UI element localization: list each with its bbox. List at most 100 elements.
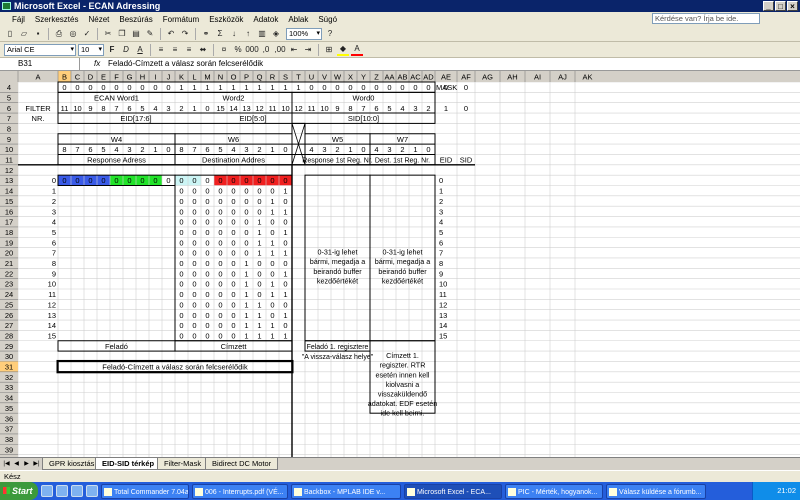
bit-number: 3 — [322, 145, 326, 154]
sheet-tab-eid-sid[interactable]: EID-SID térkép — [95, 458, 162, 470]
new-icon[interactable]: ▯ — [4, 28, 16, 40]
align-right-icon[interactable]: ≡ — [183, 44, 195, 56]
prev-sheet-icon[interactable]: ◀ — [12, 460, 21, 469]
sheet-tab-dc-motor[interactable]: Bidirect DC Motor — [205, 458, 279, 470]
menu-insert[interactable]: Beszúrás — [119, 15, 152, 24]
column-header-e: E — [101, 73, 106, 82]
menu-help[interactable]: Súgó — [318, 15, 337, 24]
menu-format[interactable]: Formátum — [163, 15, 199, 24]
increase-indent-icon[interactable]: ⇥ — [302, 44, 314, 56]
bit-value: 0 — [205, 176, 209, 185]
preview-icon[interactable]: ◎ — [67, 28, 79, 40]
redo-icon[interactable]: ↷ — [179, 28, 191, 40]
eid-value: 6 — [439, 238, 443, 247]
mask-value: 0 — [101, 83, 105, 92]
save-icon[interactable]: ▪ — [32, 28, 44, 40]
menu-window[interactable]: Ablak — [288, 15, 308, 24]
copy-icon[interactable]: ❐ — [116, 28, 128, 40]
font-select[interactable]: Arial CE — [4, 43, 76, 56]
help-icon[interactable]: ? — [324, 28, 336, 40]
index-value: 2 — [52, 197, 56, 206]
thousands-icon[interactable]: 000 — [245, 44, 258, 56]
open-icon[interactable]: ▱ — [18, 28, 30, 40]
menu-edit[interactable]: Szerkesztés — [35, 15, 79, 24]
menu-file[interactable]: Fájl — [12, 15, 25, 24]
spreadsheet-canvas[interactable]: A B C D E F G H I J K L M N O P Q R S T U V W X Y Z AA AB AC AD AE AF AG… — [0, 71, 800, 457]
format-painter-icon[interactable]: ✎ — [144, 28, 156, 40]
bit-value: 0 — [192, 300, 196, 309]
bit-number: 6 — [88, 145, 92, 154]
zoom-select[interactable]: 100% — [286, 27, 322, 40]
bit-value: 0 — [270, 176, 274, 185]
align-center-icon[interactable]: ≡ — [169, 44, 181, 56]
task-total-commander[interactable]: Total Commander 7.04a... — [101, 483, 189, 499]
increase-decimal-icon[interactable]: ,0 — [260, 44, 272, 56]
task-mplab[interactable]: Backbox - MPLAB IDE v... — [291, 483, 401, 499]
fill-color-icon[interactable]: ◆ — [337, 44, 349, 56]
quicklaunch-desktop-icon[interactable] — [56, 485, 68, 497]
autosum-icon[interactable]: Σ — [214, 28, 226, 40]
chart-icon[interactable]: ▥ — [256, 28, 268, 40]
start-button[interactable]: Start — [0, 482, 38, 500]
font-color-icon[interactable]: A — [351, 44, 363, 56]
help-search-input[interactable]: Kérdése van? Írja be ide. — [652, 13, 760, 24]
sheet-tab-filter-mask[interactable]: Filter-Mask — [157, 458, 209, 470]
task-reply[interactable]: Válasz küldése a fórumb... — [606, 483, 706, 499]
task-excel[interactable]: Microsoft Excel - ECA... — [404, 483, 502, 499]
eid-value: 7 — [439, 249, 443, 258]
cut-icon[interactable]: ✂ — [102, 28, 114, 40]
formula-input[interactable]: Feladó-Címzett a válasz során felcserélő… — [108, 58, 263, 70]
next-sheet-icon[interactable]: ▶ — [22, 460, 31, 469]
worksheet-grid[interactable]: A B C D E F G H I J K L M N O P Q R S T U V W X Y Z AA AB AC AD AE AF AG… — [0, 71, 800, 457]
bit-value: 0 — [179, 331, 183, 340]
column-header-s: S — [283, 73, 288, 82]
column-header-aj: AJ — [558, 73, 567, 82]
font-size-select[interactable]: 10 — [78, 43, 104, 56]
maximize-icon[interactable]: □ — [775, 1, 786, 11]
first-sheet-icon[interactable]: |◀ — [2, 460, 11, 469]
menu-tools[interactable]: Eszközök — [209, 15, 243, 24]
spelling-icon[interactable]: ✓ — [81, 28, 93, 40]
bit-value: 0 — [283, 280, 287, 289]
row-header-13: 13 — [5, 176, 13, 185]
bit-number: 11 — [61, 104, 69, 113]
minimize-icon[interactable]: _ — [763, 1, 774, 11]
underline-icon[interactable]: A — [134, 44, 146, 56]
sheet-tab-gpr[interactable]: GPR kiosztás — [42, 458, 102, 470]
borders-icon[interactable]: ⊞ — [323, 44, 335, 56]
decrease-indent-icon[interactable]: ⇤ — [288, 44, 300, 56]
paste-icon[interactable]: ▤ — [130, 28, 142, 40]
mask-value: 1 — [218, 83, 222, 92]
align-left-icon[interactable]: ≡ — [155, 44, 167, 56]
quicklaunch-folder-icon[interactable] — [71, 485, 83, 497]
bit-value: 0 — [257, 290, 261, 299]
menu-view[interactable]: Nézet — [88, 15, 109, 24]
sort-desc-icon[interactable]: ↑ — [242, 28, 254, 40]
task-pdf[interactable]: 006 - Interrupts.pdf (VÉ... — [192, 483, 288, 499]
task-pic-forum[interactable]: PIC - Mérték, hogyanok... — [505, 483, 603, 499]
sort-asc-icon[interactable]: ↓ — [228, 28, 240, 40]
bold-icon[interactable]: F — [106, 44, 118, 56]
mask-value: 1 — [296, 83, 300, 92]
merge-center-icon[interactable]: ⬌ — [197, 44, 209, 56]
print-icon[interactable]: ⎙ — [53, 28, 65, 40]
undo-icon[interactable]: ↶ — [165, 28, 177, 40]
fx-icon[interactable]: fx — [94, 58, 100, 70]
italic-icon[interactable]: D — [120, 44, 132, 56]
currency-icon[interactable]: ¤ — [218, 44, 230, 56]
quicklaunch-ie-icon[interactable] — [41, 485, 53, 497]
bit-value: 0 — [179, 311, 183, 320]
quicklaunch-app-icon[interactable] — [86, 485, 98, 497]
close-icon[interactable]: × — [787, 1, 798, 11]
menu-data[interactable]: Adatok — [253, 15, 278, 24]
bit-value: 0 — [192, 280, 196, 289]
decrease-decimal-icon[interactable]: ,00 — [274, 44, 286, 56]
bit-value: 1 — [244, 280, 248, 289]
name-box[interactable]: B31 — [0, 58, 80, 70]
percent-icon[interactable]: % — [232, 44, 244, 56]
row-header-18: 18 — [5, 228, 13, 237]
drawing-icon[interactable]: ◈ — [270, 28, 282, 40]
bit-value: 0 — [231, 238, 235, 247]
hyperlink-icon[interactable]: ⚭ — [200, 28, 212, 40]
last-sheet-icon[interactable]: ▶| — [32, 460, 41, 469]
